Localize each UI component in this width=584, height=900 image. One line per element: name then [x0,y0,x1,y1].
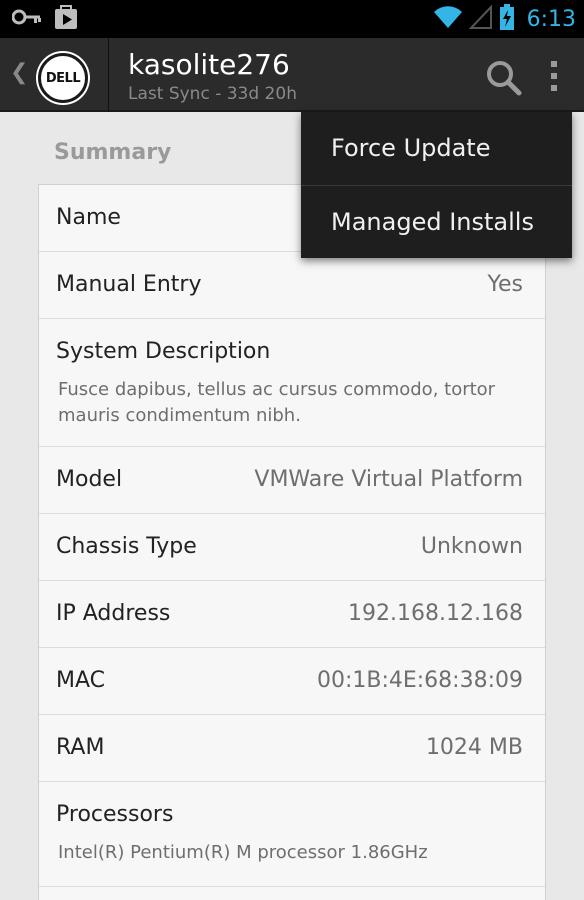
row-value: 192.168.12.168 [348,601,523,626]
row-label: System Description [56,339,271,364]
row-value: 00:1B:4E:68:38:09 [316,668,523,693]
row-value: Unknown [420,534,523,559]
clock: 6:13 [526,6,576,32]
row-chassis-type[interactable]: Chassis Type Unknown [39,514,545,581]
signal-icon [468,4,493,33]
row-label: Name [56,205,121,230]
row-label: RAM [56,735,105,760]
row-label: Manual Entry [56,272,202,297]
row-description: Fusce dapibus, tellus ac cursus commodo,… [58,379,496,426]
row-model[interactable]: Model VMWare Virtual Platform [39,447,545,514]
row-manual-entry[interactable]: Manual Entry Yes [39,252,545,319]
row-label: Chassis Type [56,534,197,559]
summary-section-header: Summary [54,140,172,165]
row-label: Model [56,467,123,492]
action-bar: ❮ DELL kasolite276 Last Sync - 33d 20h [0,38,584,112]
wifi-icon [433,5,463,33]
search-icon[interactable] [484,58,524,98]
key-icon [11,9,42,29]
back-chevron-icon[interactable]: ❮ [10,60,28,85]
page-title: kasolite276 [128,48,290,81]
battery-charging-icon [499,4,515,34]
row-mac[interactable]: MAC 00:1B:4E:68:38:09 [39,648,545,715]
row-description: Intel(R) Pentium(R) M processor 1.86GHz [58,842,428,863]
menu-item-managed-installs[interactable]: Managed Installs [301,186,572,259]
row-label: Processors [56,802,174,827]
row-value: VMWare Virtual Platform [254,467,523,492]
row-system-description[interactable]: System Description Fusce dapibus, tellus… [39,319,545,447]
overflow-menu: Force Update Managed Installs [301,112,572,258]
overflow-menu-icon[interactable] [542,56,566,96]
summary-card: Name Manual Entry Yes System Description… [38,184,546,900]
row-label: IP Address [56,601,171,626]
row-ram[interactable]: RAM 1024 MB [39,715,545,782]
action-bar-divider [108,38,109,112]
row-processors[interactable]: Processors Intel(R) Pentium(R) M process… [39,782,545,887]
row-value: Yes [487,272,523,297]
play-store-icon [54,4,78,34]
status-bar: 6:13 [0,0,584,38]
last-sync-subtitle: Last Sync - 33d 20h [128,84,297,104]
row-ip-address[interactable]: IP Address 192.168.12.168 [39,581,545,648]
dell-logo[interactable]: DELL [38,53,88,103]
row-value: 1024 MB [425,735,523,760]
menu-item-force-update[interactable]: Force Update [301,112,572,185]
row-label: MAC [56,668,106,693]
